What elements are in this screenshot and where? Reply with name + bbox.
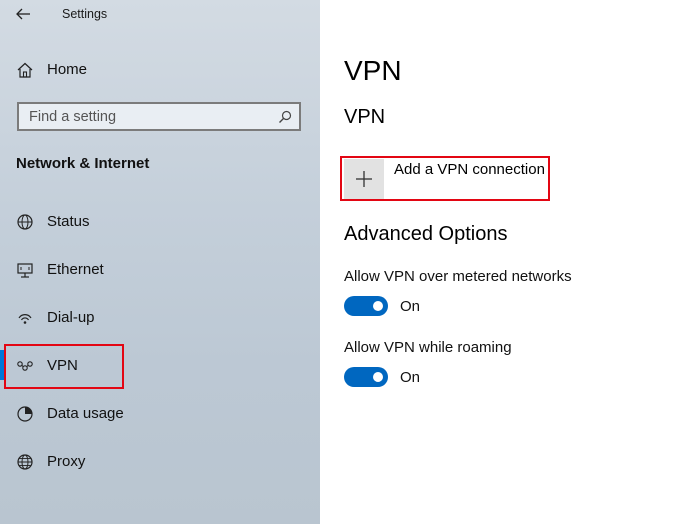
ethernet-icon	[16, 261, 34, 279]
sidebar-item-label: Ethernet	[47, 261, 104, 278]
dialup-icon	[16, 309, 34, 327]
toggle-knob	[373, 301, 383, 311]
sidebar-item-dialup[interactable]: Dial-up	[0, 300, 320, 336]
sidebar-item-label: Dial-up	[47, 309, 95, 326]
sidebar-item-home[interactable]: Home	[0, 52, 320, 88]
advanced-options-heading: Advanced Options	[344, 223, 508, 245]
sidebar-item-label: Proxy	[47, 453, 86, 470]
search-placeholder: Find a setting	[29, 109, 117, 125]
toggle-knob	[373, 372, 383, 382]
vpn-highlight-box	[4, 344, 124, 389]
roaming-toggle[interactable]	[344, 367, 388, 387]
sidebar-item-label: Home	[47, 61, 88, 78]
metered-toggle-state: On	[400, 298, 421, 315]
sidebar-item-ethernet[interactable]: Ethernet	[0, 252, 320, 288]
search-input[interactable]: Find a setting	[17, 102, 301, 131]
back-arrow-icon	[16, 8, 30, 20]
search-icon[interactable]	[277, 109, 293, 125]
status-icon	[16, 213, 34, 231]
sidebar-item-proxy[interactable]: Proxy	[0, 444, 320, 480]
title-bar: Settings	[0, 0, 320, 30]
roaming-toggle-state: On	[400, 369, 421, 386]
sidebar-item-status[interactable]: Status	[0, 204, 320, 240]
roaming-option-label: Allow VPN while roaming	[344, 339, 512, 356]
page-title: VPN	[344, 55, 402, 86]
metered-option-label: Allow VPN over metered networks	[344, 268, 572, 285]
add-vpn-highlight-box	[340, 156, 550, 201]
sidebar-item-label: Data usage	[47, 405, 124, 422]
sidebar-item-label: Status	[47, 213, 90, 230]
sidebar: Settings Home Find a setting Network & I…	[0, 0, 320, 524]
back-button[interactable]	[12, 4, 34, 24]
app-title: Settings	[62, 7, 108, 21]
sidebar-item-data-usage[interactable]: Data usage	[0, 396, 320, 432]
metered-toggle[interactable]	[344, 296, 388, 316]
home-icon	[16, 61, 34, 79]
data-usage-icon	[16, 405, 34, 423]
section-heading: VPN	[344, 106, 386, 128]
proxy-icon	[16, 453, 34, 471]
section-label: Network & Internet	[16, 155, 150, 172]
